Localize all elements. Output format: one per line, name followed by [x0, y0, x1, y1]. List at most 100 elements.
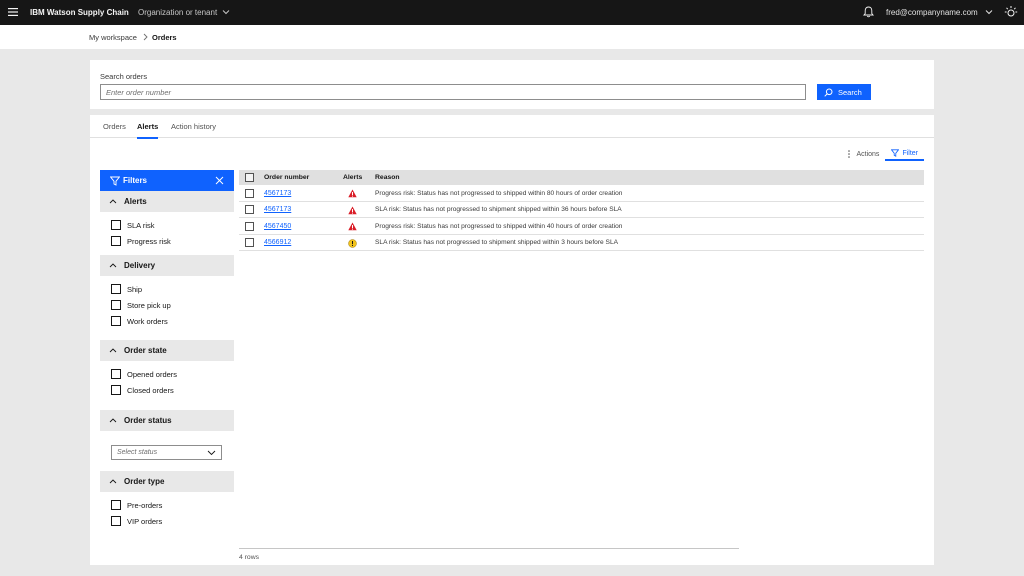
filter-group-body: Opened orders Closed orders [100, 361, 234, 410]
chevron-up-icon [109, 418, 117, 423]
tab-alerts[interactable]: Alerts [137, 122, 159, 139]
filter-option-label: VIP orders [127, 516, 163, 526]
filter-option-label: Work orders [127, 316, 168, 326]
filter-group-delivery[interactable]: Delivery [100, 255, 234, 276]
filters-title: Filters [123, 176, 148, 185]
filter-group-order-type[interactable]: Order type [100, 471, 234, 492]
column-header-order-number[interactable]: Order number [264, 174, 309, 181]
chevron-up-icon [109, 199, 117, 204]
tab-orders[interactable]: Orders [103, 122, 126, 137]
user-email[interactable]: fred@companyname.com [886, 8, 978, 17]
filter-option-sla-risk[interactable]: SLA risk [111, 220, 155, 230]
checkbox[interactable] [111, 284, 121, 294]
alert-reason: Progress risk: Status has not progressed… [375, 189, 623, 197]
breadcrumb-my-workspace[interactable]: My workspace [89, 33, 137, 42]
column-header-alerts[interactable]: Alerts [343, 174, 362, 181]
alert-reason: SLA risk: Status has not progressed to s… [375, 206, 622, 213]
filter-option-label: Pre-orders [127, 500, 163, 510]
search-icon [824, 88, 833, 97]
filter-option-label: Closed orders [127, 385, 174, 395]
chevron-right-icon [143, 33, 148, 41]
filter-option-label: Ship [127, 284, 143, 294]
filters-panel: Filters Alerts SLA risk Progress risk De… [100, 170, 234, 565]
column-header-reason[interactable]: Reason [375, 174, 400, 181]
filter-group-title: Order state [124, 346, 167, 355]
filter-option-label: Progress risk [127, 236, 171, 246]
order-number-link[interactable]: 4567173 [264, 206, 291, 213]
tab-action-history[interactable]: Action history [171, 122, 216, 137]
filter-option-progress-risk[interactable]: Progress risk [111, 236, 171, 246]
filter-option-work-orders[interactable]: Work orders [111, 316, 168, 326]
warning-icon [348, 238, 357, 248]
filter-group-title: Order status [124, 416, 172, 425]
close-icon[interactable] [215, 176, 224, 185]
actions-label: Actions [856, 150, 880, 158]
filter-option-closed-orders[interactable]: Closed orders [111, 385, 174, 395]
orders-panel: Orders Alerts Action history Actions Fil… [90, 115, 934, 565]
filter-group-body: Select status [100, 431, 234, 471]
filter-group-order-state[interactable]: Order state [100, 340, 234, 361]
filter-group-body: SLA risk Progress risk [100, 212, 234, 255]
filter-label: Filter [902, 149, 918, 157]
table-row[interactable]: 4567173 SLA risk: Status has not progres… [239, 201, 924, 218]
chevron-down-icon[interactable] [985, 8, 993, 16]
chevron-up-icon [109, 263, 117, 268]
checkbox[interactable] [111, 385, 121, 395]
search-button[interactable]: Search [817, 84, 871, 100]
watson-assistant-icon[interactable] [1004, 5, 1018, 19]
order-search-input[interactable] [100, 84, 806, 100]
order-number-link[interactable]: 4567173 [264, 190, 291, 197]
filters-header: Filters [100, 170, 234, 191]
hamburger-menu-icon[interactable] [8, 7, 18, 17]
order-status-select[interactable]: Select status [111, 445, 222, 460]
order-number-link[interactable]: 4567450 [264, 223, 291, 230]
product-name[interactable]: IBM Watson Supply Chain [30, 8, 129, 17]
filter-group-title: Order type [124, 477, 165, 486]
filter-group-alerts[interactable]: Alerts [100, 191, 234, 212]
filter-option-pre-orders[interactable]: Pre-orders [111, 500, 162, 510]
table-footer-divider [239, 548, 739, 549]
select-placeholder: Select status [117, 449, 158, 456]
checkbox[interactable] [111, 369, 121, 379]
row-checkbox[interactable] [245, 238, 254, 247]
filter-option-label: Store pick up [127, 300, 171, 310]
alert-reason: SLA risk: Status has not progressed to s… [375, 239, 619, 246]
order-number-link[interactable]: 4566912 [264, 239, 291, 246]
notification-bell-icon[interactable] [863, 6, 874, 18]
breadcrumb-orders: Orders [152, 33, 177, 42]
filter-group-title: Delivery [124, 261, 156, 270]
chevron-up-icon [109, 479, 117, 484]
tenant-selector[interactable]: Organization or tenant [138, 8, 217, 17]
select-all-checkbox[interactable] [245, 173, 254, 182]
filter-option-store-pick-up[interactable]: Store pick up [111, 300, 171, 310]
row-checkbox[interactable] [245, 221, 254, 231]
row-count: 4 rows [239, 554, 260, 561]
critical-warning-icon [348, 206, 357, 214]
filter-group-title: Alerts [124, 197, 147, 206]
checkbox[interactable] [111, 500, 121, 510]
tab-bar: Orders Alerts Action history [90, 115, 934, 139]
checkbox[interactable] [111, 516, 121, 526]
filter-option-opened-orders[interactable]: Opened orders [111, 369, 177, 379]
filter-group-order-status[interactable]: Order status [100, 410, 234, 431]
table-row[interactable]: 4567173 Progress risk: Status has not pr… [239, 185, 924, 202]
filter-button[interactable]: Filter [885, 147, 924, 161]
table-toolbar: Actions Filter [839, 147, 924, 163]
filter-icon [891, 149, 900, 157]
table-row[interactable]: 4567450 Progress risk: Status has not pr… [239, 218, 924, 235]
row-checkbox[interactable] [245, 205, 254, 214]
alert-reason: Progress risk: Status has not progressed… [375, 222, 623, 230]
breadcrumb: My workspace Orders [0, 25, 1024, 49]
filter-option-ship[interactable]: Ship [111, 284, 142, 294]
table-row[interactable]: 4566912 SLA risk: Status has not progres… [239, 234, 924, 251]
actions-button[interactable]: Actions [839, 147, 885, 161]
checkbox[interactable] [111, 316, 121, 326]
chevron-down-icon[interactable] [222, 8, 230, 16]
checkbox[interactable] [111, 220, 121, 230]
row-checkbox[interactable] [245, 188, 254, 198]
checkbox[interactable] [111, 300, 121, 310]
critical-warning-icon [348, 222, 357, 231]
checkbox[interactable] [111, 236, 121, 246]
filter-option-vip-orders[interactable]: VIP orders [111, 516, 162, 526]
filter-icon [110, 176, 120, 186]
